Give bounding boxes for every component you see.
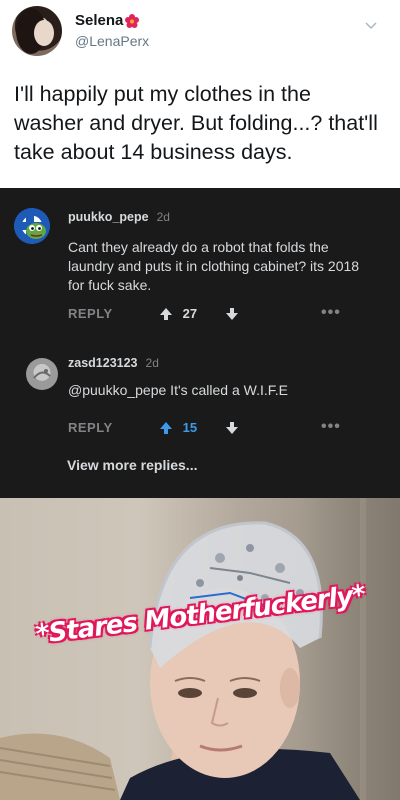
downvote-arrow-icon [226,307,239,320]
comment-meta: zasd123123 2d [68,356,159,370]
reply-button[interactable]: REPLY [68,306,113,321]
avatar[interactable] [12,6,62,56]
comment-age: 2d [145,356,159,370]
pepe-avatar-icon [14,208,50,244]
vote-score: 27 [182,306,198,321]
name-row: Selena [75,12,140,29]
vote-score: 15 [182,420,198,435]
comment-actions: REPLY 27 [68,306,239,321]
display-name[interactable]: Selena [75,12,123,29]
more-dots-icon[interactable]: ••• [321,304,341,322]
chevron-down-icon[interactable] [364,18,378,32]
tweet-text: I'll happily put my clothes in the washe… [14,82,378,164]
comment-username[interactable]: puukko_pepe [68,210,149,224]
comment-body: @puukko_pepe It's called a W.I.F.E [68,382,289,398]
downvote-button[interactable] [225,307,239,321]
commenter-avatar[interactable] [14,208,50,244]
reddit-comments: puukko_pepe 2d Cant they already do a ro… [0,188,400,498]
upvote-button[interactable]: 15 [159,420,197,435]
more-dots-icon[interactable]: ••• [321,418,341,436]
default-avatar-icon [33,369,51,379]
view-more-replies-link[interactable]: View more replies... [67,457,197,473]
downvote-button[interactable] [225,421,239,435]
upvote-arrow-icon [159,421,172,434]
reply-button[interactable]: REPLY [68,420,113,435]
comment-meta: puukko_pepe 2d [68,210,170,224]
user-handle[interactable]: @LenaPerx [75,33,149,49]
tweet-card: Selena @LenaPerx I'll happily put my clo… [0,0,400,188]
commenter-avatar[interactable] [26,358,58,390]
comment: puukko_pepe 2d Cant they already do a ro… [0,188,400,353]
comment-body: Cant they already do a robot that folds … [68,239,360,293]
flower-icon [125,13,140,28]
meme-image [0,498,400,800]
comment-actions: REPLY 15 [68,420,239,435]
robot-illustration [0,498,366,800]
upvote-button[interactable]: 27 [159,306,197,321]
comment-username[interactable]: zasd123123 [68,356,138,370]
upvote-arrow-icon [159,307,172,320]
comment: zasd123123 2d @puukko_pepe It's called a… [0,338,400,448]
downvote-arrow-icon [226,421,239,434]
comment-age: 2d [156,210,170,224]
avatar-face [34,20,54,46]
